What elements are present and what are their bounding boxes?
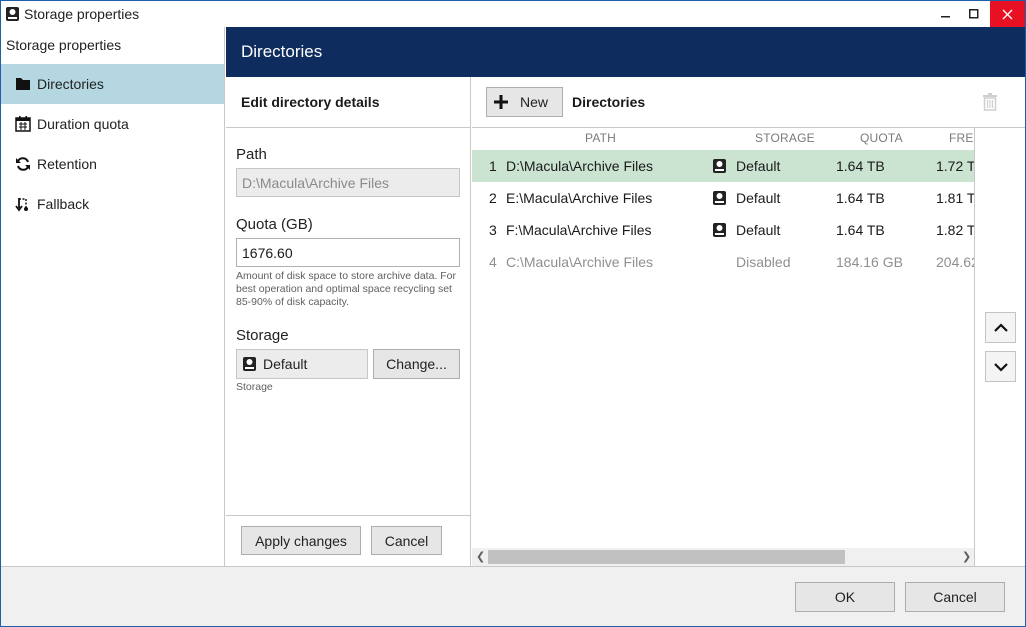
row-path: E:\Macula\Archive Files xyxy=(506,190,653,206)
quota-hint: Amount of disk space to store archive da… xyxy=(236,270,457,308)
quota-field[interactable]: 1676.60 xyxy=(236,238,460,267)
storage-hint: Storage xyxy=(236,381,273,393)
sidebar-item-duration-quota[interactable]: Duration quota xyxy=(1,104,224,144)
divider xyxy=(226,515,470,516)
new-directory-button[interactable]: New xyxy=(486,87,563,117)
row-path: C:\Macula\Archive Files xyxy=(506,254,654,270)
row-number: 2 xyxy=(489,190,497,206)
close-button[interactable] xyxy=(990,1,1025,27)
edit-directory-panel: Edit directory details Path D:\Macula\Ar… xyxy=(226,77,471,566)
title-bar: Storage properties xyxy=(1,1,1025,27)
change-storage-button[interactable]: Change... xyxy=(373,349,460,379)
chevron-up-icon xyxy=(993,322,1008,332)
row-quota: 1.64 TB xyxy=(836,158,885,174)
path-field: D:\Macula\Archive Files xyxy=(236,168,460,197)
page-header: Directories xyxy=(226,27,1025,77)
close-icon xyxy=(1002,9,1013,19)
edit-cancel-button[interactable]: Cancel xyxy=(371,526,442,555)
table-row[interactable]: 2 E:\Macula\Archive Files Default 1.64 T… xyxy=(472,182,975,214)
disk-icon xyxy=(713,159,726,173)
sidebar: Storage properties Directories Duration … xyxy=(1,27,225,566)
folder-icon xyxy=(16,78,30,90)
row-number: 1 xyxy=(489,158,497,174)
sidebar-title: Storage properties xyxy=(6,37,122,53)
sidebar-item-directories[interactable]: Directories xyxy=(1,64,224,104)
path-label: Path xyxy=(236,146,267,163)
scrollbar-thumb[interactable] xyxy=(488,550,845,564)
cancel-button[interactable]: Cancel xyxy=(905,582,1005,612)
row-path: F:\Macula\Archive Files xyxy=(506,222,652,238)
sidebar-item-fallback[interactable]: Fallback xyxy=(1,184,224,224)
sidebar-item-label: Directories xyxy=(37,76,104,92)
fallback-icon xyxy=(15,198,28,212)
quota-label: Quota (GB) xyxy=(236,216,313,233)
sidebar-item-retention[interactable]: Retention xyxy=(1,144,224,184)
table-header: PATH STORAGE QUOTA FREE xyxy=(472,128,974,150)
divider xyxy=(226,127,470,128)
table-row[interactable]: 4 C:\Macula\Archive Files Disabled 184.1… xyxy=(472,246,975,278)
disk-icon xyxy=(713,191,726,205)
minimize-icon xyxy=(941,16,950,18)
chevron-down-icon xyxy=(993,362,1008,372)
column-header-path[interactable]: PATH xyxy=(585,131,616,145)
plus-icon xyxy=(494,95,508,109)
row-free: 1.82 T xyxy=(936,222,975,238)
move-up-button[interactable] xyxy=(985,312,1016,343)
horizontal-scrollbar[interactable]: ❮ ❯ xyxy=(472,548,974,566)
move-down-button[interactable] xyxy=(985,351,1016,382)
ok-button[interactable]: OK xyxy=(795,582,895,612)
directories-table: PATH STORAGE QUOTA FREE 1 D:\Macula\Arch… xyxy=(472,128,975,566)
row-storage: Default xyxy=(736,158,781,174)
new-button-label: New xyxy=(520,94,549,110)
calendar-icon xyxy=(15,116,31,132)
apply-changes-button[interactable]: Apply changes xyxy=(241,526,361,555)
disk-icon xyxy=(243,357,256,371)
row-storage: Default xyxy=(736,222,781,238)
row-number: 3 xyxy=(489,222,497,238)
column-header-storage[interactable]: STORAGE xyxy=(755,131,815,145)
trash-icon[interactable] xyxy=(982,93,998,111)
sidebar-item-label: Fallback xyxy=(37,196,90,212)
table-row[interactable]: 1 D:\Macula\Archive Files Default 1.64 T… xyxy=(472,150,975,182)
row-free: 1.81 T xyxy=(936,190,975,206)
dialog-footer: OK Cancel xyxy=(1,566,1025,626)
directories-list-panel: New Directories PATH STORAGE QUOTA FREE … xyxy=(472,77,1025,566)
edit-section-title: Edit directory details xyxy=(241,94,380,110)
row-free: 204.62 xyxy=(936,254,975,270)
row-quota: 184.16 GB xyxy=(836,254,903,270)
row-number: 4 xyxy=(489,254,497,270)
row-free: 1.72 T xyxy=(936,158,975,174)
maximize-button[interactable] xyxy=(957,1,991,27)
column-header-free[interactable]: FREE xyxy=(949,131,974,145)
row-storage: Default xyxy=(736,190,781,206)
scroll-right-icon[interactable]: ❯ xyxy=(962,550,971,563)
storage-field: Default xyxy=(236,349,368,379)
storage-properties-window: Storage properties Storage properties Di… xyxy=(0,0,1026,627)
refresh-icon xyxy=(16,157,30,171)
maximize-icon xyxy=(969,9,979,19)
row-quota: 1.64 TB xyxy=(836,222,885,238)
list-title: Directories xyxy=(572,94,646,110)
column-header-quota[interactable]: QUOTA xyxy=(860,131,903,145)
page-title: Directories xyxy=(241,42,323,61)
scroll-left-icon[interactable]: ❮ xyxy=(476,550,485,563)
row-quota: 1.64 TB xyxy=(836,190,885,206)
storage-app-icon xyxy=(6,7,19,21)
row-storage: Disabled xyxy=(736,254,791,270)
sidebar-item-label: Duration quota xyxy=(37,116,129,132)
storage-value: Default xyxy=(263,356,308,372)
sidebar-item-label: Retention xyxy=(37,156,97,172)
table-row[interactable]: 3 F:\Macula\Archive Files Default 1.64 T… xyxy=(472,214,975,246)
row-path: D:\Macula\Archive Files xyxy=(506,158,654,174)
storage-label: Storage xyxy=(236,327,289,344)
disk-icon xyxy=(713,223,726,237)
window-title: Storage properties xyxy=(24,6,140,22)
